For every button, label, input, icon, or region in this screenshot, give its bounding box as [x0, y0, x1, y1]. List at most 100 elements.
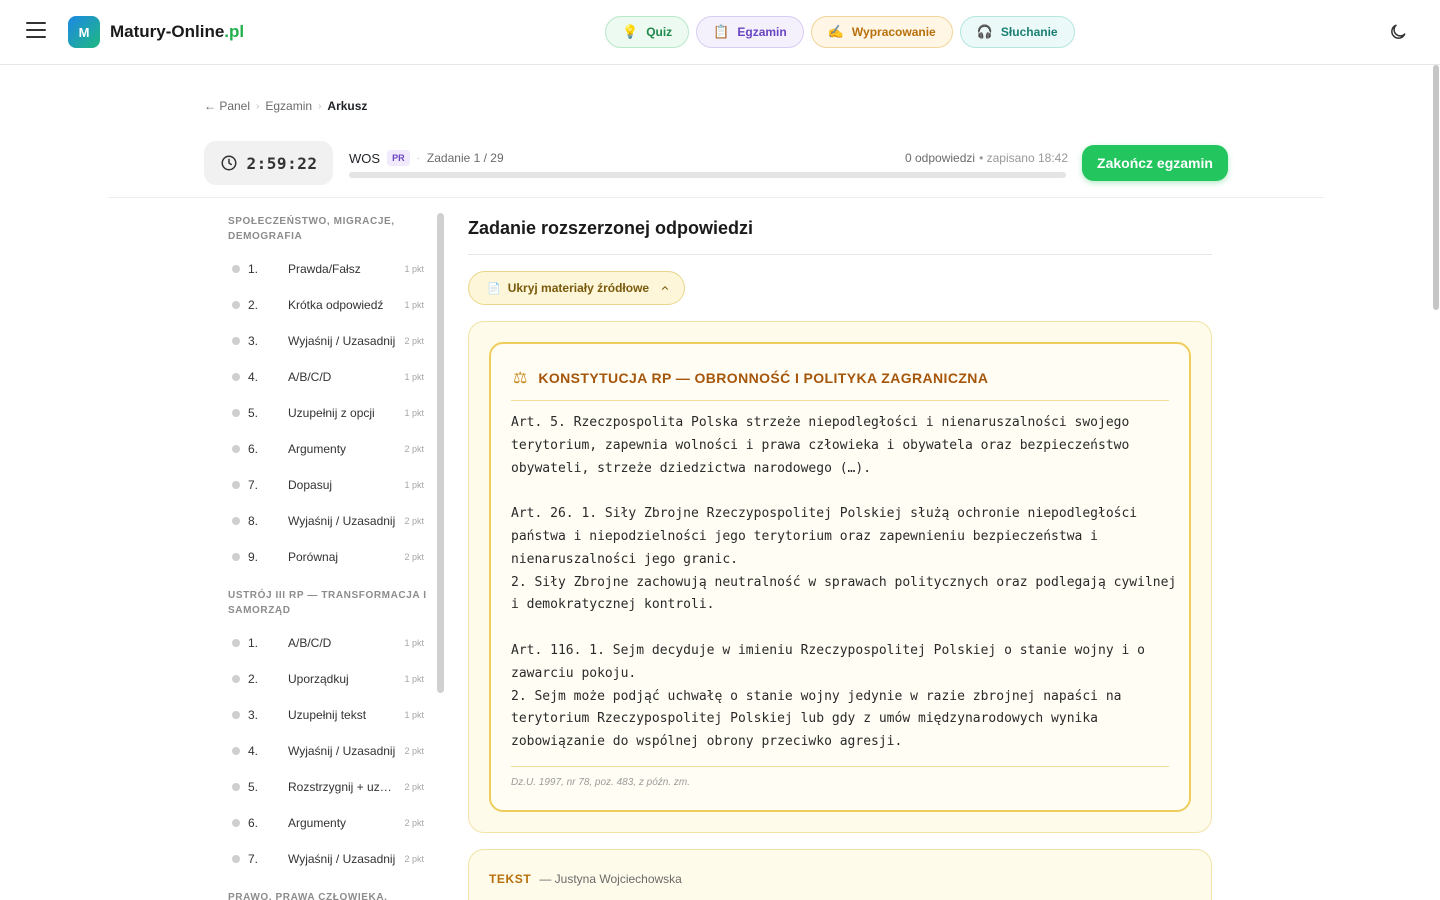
task-points: 1 pkt: [404, 408, 424, 418]
nav-quiz[interactable]: 💡 Quiz: [605, 16, 690, 48]
section-title-line: SAMORZĄD: [228, 605, 291, 616]
brand-name-tld: .pl: [224, 22, 245, 41]
section-title-line: PRAWO, PRAWA CZŁOWIEKA,: [228, 892, 388, 900]
task-number: 2.: [248, 298, 259, 312]
status-dot: [232, 639, 240, 647]
task-type: A/B/C/D: [288, 636, 332, 650]
task-item[interactable]: 3. Uzupełnij tekst 1 pkt: [228, 703, 428, 727]
source-divider: [511, 400, 1169, 401]
nav-sluchanie[interactable]: 🎧 Słuchanie: [959, 16, 1075, 48]
task-item[interactable]: 6. Argumenty 2 pkt: [228, 811, 428, 835]
source-text: Art. 5. Rzeczpospolita Polska strzeże ni…: [511, 415, 1177, 750]
answers-count: 0 odpowiedzi: [905, 151, 976, 165]
logo-badge[interactable]: M: [68, 16, 100, 48]
task-item[interactable]: 2. Uporządkuj 1 pkt: [228, 667, 428, 691]
task-item[interactable]: 1. Prawda/Fałsz 1 pkt: [228, 257, 428, 281]
task-number: 1.: [248, 636, 259, 650]
brand-name-main: Matury-Online: [110, 22, 225, 41]
status-dot: [232, 337, 240, 345]
task-number: 8.: [248, 514, 259, 528]
task-type: Wyjaśnij / Uzasadnij: [288, 852, 396, 866]
task-number: 7.: [248, 478, 259, 492]
page-scrollbar-thumb[interactable]: [1433, 65, 1439, 310]
task-type: Uzupełnij tekst: [288, 708, 367, 722]
task-points: 2 pkt: [404, 444, 424, 454]
status-dot: [232, 373, 240, 381]
clipboard-icon: 📋: [713, 24, 730, 39]
task-points: 2 pkt: [404, 336, 424, 346]
task-number: 3.: [248, 334, 259, 348]
task-number: 4.: [248, 370, 259, 384]
dark-mode-moon-icon[interactable]: [1388, 22, 1408, 42]
nav-wypracowanie-label: Wypracowanie: [851, 25, 936, 39]
menu-icon[interactable]: [26, 22, 46, 40]
breadcrumb-separator: ›: [318, 100, 322, 112]
status-dot: [232, 517, 240, 525]
breadcrumb-separator: ›: [256, 100, 260, 112]
top-bar: M Matury-Online.pl 💡 Quiz 📋 Egzamin ✍️ W…: [0, 0, 1440, 65]
source-divider: [511, 766, 1169, 767]
status-dot: [232, 747, 240, 755]
task-number: 5.: [248, 780, 259, 794]
section-title-line: SPOŁECZEŃSTWO, MIGRACJE,: [228, 216, 395, 227]
task-type: Wyjaśnij / Uzasadnij: [288, 744, 396, 758]
task-item[interactable]: 7. Wyjaśnij / Uzasadnij 2 pkt: [228, 847, 428, 871]
task-item[interactable]: 5. Uzupełnij z opcji 1 pkt: [228, 401, 428, 425]
task-type: Uzupełnij z opcji: [288, 406, 375, 420]
task-number: 6.: [248, 816, 259, 830]
section-title-line: DEMOGRAFIA: [228, 231, 303, 242]
nav-quiz-label: Quiz: [646, 25, 673, 39]
task-item[interactable]: 4. A/B/C/D 1 pkt: [228, 365, 428, 389]
status-dot: [232, 553, 240, 561]
main-nav: 💡 Quiz 📋 Egzamin ✍️ Wypracowanie 🎧 Słuch…: [605, 16, 1075, 48]
task-item[interactable]: 7. Dopasuj 1 pkt: [228, 473, 428, 497]
task-item[interactable]: 3. Wyjaśnij / Uzasadnij 2 pkt: [228, 329, 428, 353]
task-type: Rozstrzygnij + uza...: [288, 780, 396, 794]
toggle-sources-button[interactable]: 📄 Ukryj materiały źródłowe: [468, 271, 685, 305]
task-type: Dopasuj: [288, 478, 333, 492]
task-title: Zadanie rozszerzonej odpowiedzi: [468, 218, 754, 238]
task-item[interactable]: 2. Krótka odpowiedź 1 pkt: [228, 293, 428, 317]
task-item[interactable]: 4. Wyjaśnij / Uzasadnij 2 pkt: [228, 739, 428, 763]
status-dot: [232, 301, 240, 309]
document-icon: 📄: [487, 282, 501, 295]
section-title: USTRÓJ III RP — TRANSFORMACJA I SAMORZĄD: [228, 588, 428, 618]
status-dot: [232, 783, 240, 791]
task-points: 2 pkt: [404, 746, 424, 756]
clock-icon: [221, 155, 237, 171]
text-author: — Justyna Wojciechowska: [539, 872, 682, 886]
headphones-icon: 🎧: [976, 24, 993, 39]
task-type: Argumenty: [288, 816, 347, 830]
finish-exam-button[interactable]: Zakończ egzamin: [1082, 145, 1228, 181]
section-title: SPOŁECZEŃSTWO, MIGRACJE, DEMOGRAFIA: [228, 214, 428, 244]
task-number: 7.: [248, 852, 259, 866]
exam-timer: 2:59:22: [204, 141, 333, 185]
exam-progress-bar: [349, 172, 1066, 178]
task-points: 1 pkt: [404, 480, 424, 490]
task-item[interactable]: 1. A/B/C/D 1 pkt: [228, 631, 428, 655]
source-title: KONSTYTUCJA RP — OBRONNOŚĆ I POLITYKA ZA…: [538, 370, 989, 386]
exam-info: WOS PR · Zadanie 1 / 29: [349, 150, 504, 166]
page-scrollbar[interactable]: [1432, 65, 1440, 900]
task-item[interactable]: 8. Wyjaśnij / Uzasadnij 2 pkt: [228, 509, 428, 533]
task-type: Uporządkuj: [288, 672, 349, 686]
nav-egzamin[interactable]: 📋 Egzamin: [696, 16, 804, 48]
brand-name[interactable]: Matury-Online.pl: [110, 22, 244, 42]
title-divider: [468, 254, 1212, 255]
status-dot: [232, 265, 240, 273]
task-type: Porównaj: [288, 550, 339, 564]
task-type: Krótka odpowiedź: [288, 298, 384, 312]
status-dot: [232, 855, 240, 863]
sidebar-scrollbar[interactable]: [437, 213, 444, 693]
breadcrumb-egzamin[interactable]: Egzamin: [265, 99, 312, 113]
task-item[interactable]: 9. Porównaj 2 pkt: [228, 545, 428, 569]
task-item[interactable]: 5. Rozstrzygnij + uza... 2 pkt: [228, 775, 428, 799]
task-type: A/B/C/D: [288, 370, 332, 384]
task-number: 6.: [248, 442, 259, 456]
breadcrumb-back-panel[interactable]: ← Panel: [204, 99, 250, 113]
task-points: 2 pkt: [404, 782, 424, 792]
task-type: Wyjaśnij / Uzasadnij: [288, 514, 396, 528]
task-item[interactable]: 6. Argumenty 2 pkt: [228, 437, 428, 461]
timer-value: 2:59:22: [246, 153, 318, 173]
nav-wypracowanie[interactable]: ✍️ Wypracowanie: [810, 16, 953, 48]
